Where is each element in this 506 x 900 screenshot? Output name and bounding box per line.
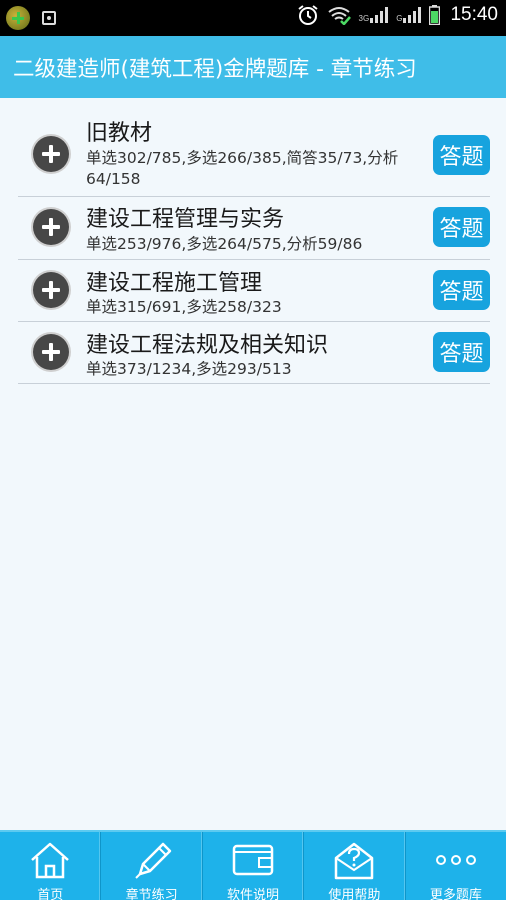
chapter-title: 旧教材	[86, 121, 153, 146]
chapter-title: 建设工程施工管理	[86, 271, 263, 296]
answer-button[interactable]: 答题	[433, 207, 490, 247]
expand-plus-icon[interactable]	[33, 136, 69, 172]
nav-item-help[interactable]: 使用帮助	[304, 832, 406, 900]
expand-plus-icon[interactable]	[33, 334, 69, 370]
answer-button[interactable]: 答题	[433, 270, 490, 310]
chapter-row[interactable]: 建设工程施工管理 单选315/691,多选258/323 答题	[18, 260, 490, 322]
bottom-nav: 首页 章节练习 软件说明 使用帮助 更多题库	[0, 830, 506, 900]
title-bar: 二级建造师(建筑工程)金牌题库 - 章节练习	[0, 36, 506, 98]
answer-button[interactable]: 答题	[433, 332, 490, 372]
clock: 15:40	[450, 4, 498, 25]
screenshot-icon	[42, 11, 56, 25]
nav-item-more[interactable]: 更多题库	[406, 832, 506, 900]
wifi-icon	[327, 7, 351, 25]
pencil-icon	[134, 842, 171, 879]
answer-button[interactable]: 答题	[433, 135, 490, 175]
chapter-title: 建设工程管理与实务	[86, 207, 285, 232]
nav-item-chapter-practice[interactable]: 章节练习	[101, 832, 203, 900]
wallet-icon	[232, 844, 274, 876]
chapter-row[interactable]: 旧教材 单选302/785,多选266/385,简答35/73,分析64/158…	[18, 98, 490, 197]
chapter-list: 旧教材 单选302/785,多选266/385,简答35/73,分析64/158…	[18, 98, 490, 384]
nav-label: 软件说明	[227, 888, 280, 900]
app-icon	[6, 6, 30, 30]
chapter-stats: 单选373/1234,多选293/513	[86, 360, 292, 378]
help-mail-icon	[335, 842, 374, 880]
signal-icon: 3G	[359, 7, 389, 23]
expand-plus-icon[interactable]	[33, 272, 69, 308]
chapter-stats: 单选253/976,多选264/575,分析59/86	[86, 235, 363, 253]
signal-icon: G	[396, 7, 422, 23]
expand-plus-icon[interactable]	[33, 209, 69, 245]
chapter-row[interactable]: 建设工程管理与实务 单选253/976,多选264/575,分析59/86 答题	[18, 197, 490, 260]
chapter-stats: 单选315/691,多选258/323	[86, 298, 282, 316]
nav-label: 使用帮助	[328, 888, 381, 900]
alarm-icon	[297, 5, 318, 25]
nav-label: 更多题库	[429, 888, 482, 900]
network-type-label: G	[396, 14, 403, 23]
home-icon	[31, 842, 70, 879]
chapter-title: 建设工程法规及相关知识	[86, 333, 329, 358]
nav-label: 章节练习	[125, 888, 178, 900]
more-icon	[435, 855, 476, 865]
page-title: 二级建造师(建筑工程)金牌题库 - 章节练习	[13, 56, 417, 82]
network-type-label: 3G	[358, 14, 370, 23]
chapter-stats: 单选302/785,多选266/385,简答35/73,分析64/158	[86, 149, 399, 188]
nav-item-home[interactable]: 首页	[0, 832, 102, 900]
status-bar: 3G G 15:40	[0, 0, 506, 36]
nav-label: 首页	[37, 888, 64, 900]
nav-item-software-info[interactable]: 软件说明	[203, 832, 305, 900]
battery-icon	[429, 5, 441, 25]
chapter-row[interactable]: 建设工程法规及相关知识 单选373/1234,多选293/513 答题	[18, 322, 490, 384]
